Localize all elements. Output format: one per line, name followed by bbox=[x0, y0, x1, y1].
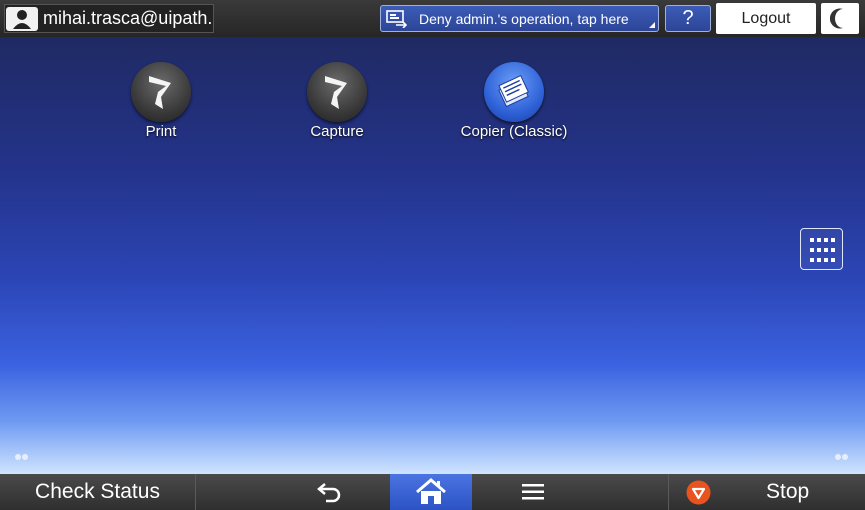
stop-label: Stop bbox=[766, 480, 810, 503]
corner-triangle-icon bbox=[649, 22, 655, 28]
hamburger-icon bbox=[522, 484, 544, 500]
home-screen: Print Capture Copier (Classic) bbox=[0, 37, 865, 474]
bottom-bar: Check Status Stop bbox=[0, 474, 865, 510]
logout-button[interactable]: Logout bbox=[716, 3, 816, 34]
stop-button[interactable]: Stop bbox=[668, 474, 865, 510]
user-account-button[interactable]: mihai.trasca@uipath. bbox=[4, 4, 214, 33]
page-indicator-left[interactable] bbox=[14, 446, 30, 465]
app-label: Copier (Classic) bbox=[460, 123, 568, 140]
energy-saver-button[interactable] bbox=[821, 3, 859, 34]
menu-button[interactable] bbox=[505, 474, 561, 510]
top-bar: mihai.trasca@uipath. Deny admin.'s opera… bbox=[0, 0, 865, 37]
help-button[interactable]: ? bbox=[665, 5, 711, 32]
deny-admin-operation-label: Deny admin.'s operation, tap here bbox=[419, 11, 629, 27]
remote-monitor-icon bbox=[386, 10, 408, 29]
moon-icon bbox=[830, 8, 843, 29]
stop-icon bbox=[686, 480, 711, 505]
home-button[interactable] bbox=[390, 474, 472, 510]
home-icon bbox=[416, 478, 446, 504]
grid-icon bbox=[810, 238, 835, 262]
page-indicator-right[interactable] bbox=[834, 446, 850, 465]
app-label: Print bbox=[145, 123, 177, 140]
app-capture[interactable]: Capture bbox=[277, 62, 397, 140]
print-app-icon bbox=[131, 62, 191, 122]
user-name: mihai.trasca@uipath. bbox=[43, 8, 213, 28]
check-status-button[interactable]: Check Status bbox=[0, 474, 196, 510]
copier-app-icon bbox=[484, 62, 544, 122]
app-label: Capture bbox=[310, 123, 364, 140]
capture-app-icon bbox=[307, 62, 367, 122]
app-copier-classic[interactable]: Copier (Classic) bbox=[454, 62, 574, 140]
user-icon bbox=[6, 7, 38, 31]
app-print[interactable]: Print bbox=[101, 62, 221, 140]
back-arrow-icon bbox=[317, 483, 341, 503]
app-list-button[interactable] bbox=[800, 228, 843, 270]
back-button[interactable] bbox=[300, 474, 360, 510]
deny-admin-operation-button[interactable]: Deny admin.'s operation, tap here bbox=[380, 5, 659, 32]
